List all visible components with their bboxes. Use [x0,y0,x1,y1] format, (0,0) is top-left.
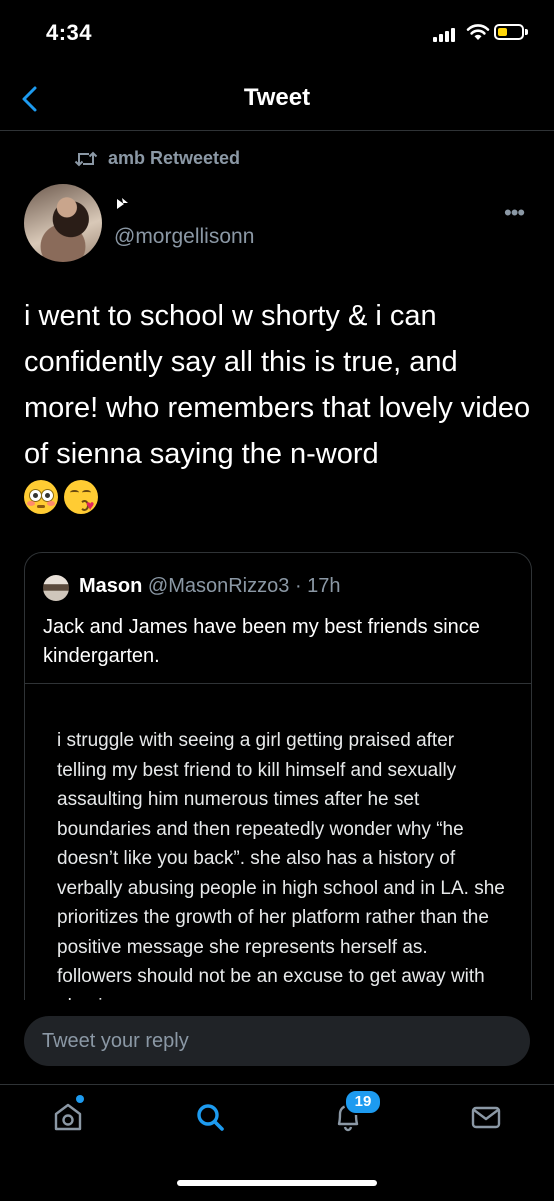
battery-icon [494,24,524,40]
tweet-emojis: ♥ [24,480,98,514]
tab-notifications[interactable]: 19 [328,1089,382,1137]
mail-icon [471,1106,501,1129]
tab-home[interactable] [48,1095,88,1137]
retweet-icon [74,151,98,166]
author-handle[interactable]: @morgellisonn [114,225,254,249]
nav-header: Tweet [0,70,554,131]
quoted-tweet[interactable]: Mason @MasonRizzo3 · 17h Jack and James … [24,552,532,1074]
quote-time: 17h [307,575,341,597]
signal-icon [433,26,459,42]
battery-cap [525,29,528,35]
home-indicator [177,1180,377,1186]
flushed-face-icon [24,480,58,514]
quote-author-name: Mason [79,575,143,597]
notifications-badge: 19 [344,1089,382,1115]
search-icon [197,1104,224,1131]
tweet-text: i went to school w shorty & i can confid… [24,300,531,470]
retweet-label: amb Retweeted [108,148,241,168]
quote-separator: · [294,575,302,597]
quote-avatar [43,575,69,601]
author-name-icon[interactable] [114,196,130,212]
quote-media-text: i struggle with seeing a girl getting pr… [57,730,505,1017]
avatar[interactable] [24,184,102,262]
quote-text: Jack and James have been my best friends… [43,616,480,667]
status-time: 4:34 [46,20,93,45]
home-unread-dot [76,1095,84,1103]
quote-author-handle: @MasonRizzo3 [147,575,290,597]
status-bar: 4:34 [0,0,554,70]
more-options-icon[interactable]: ••• [504,200,525,226]
page-title: Tweet [243,84,311,111]
kissing-face-with-heart-icon: ♥ [64,480,98,514]
reply-bar [0,1000,554,1084]
reply-input[interactable] [24,1016,530,1066]
retweet-context[interactable]: amb Retweeted [74,148,240,169]
wifi-icon [466,24,490,40]
quote-header: Mason @MasonRizzo3 · 17h [79,575,341,598]
home-icon [54,1103,82,1131]
tab-messages[interactable] [466,1097,506,1137]
tab-search[interactable] [190,1097,230,1137]
